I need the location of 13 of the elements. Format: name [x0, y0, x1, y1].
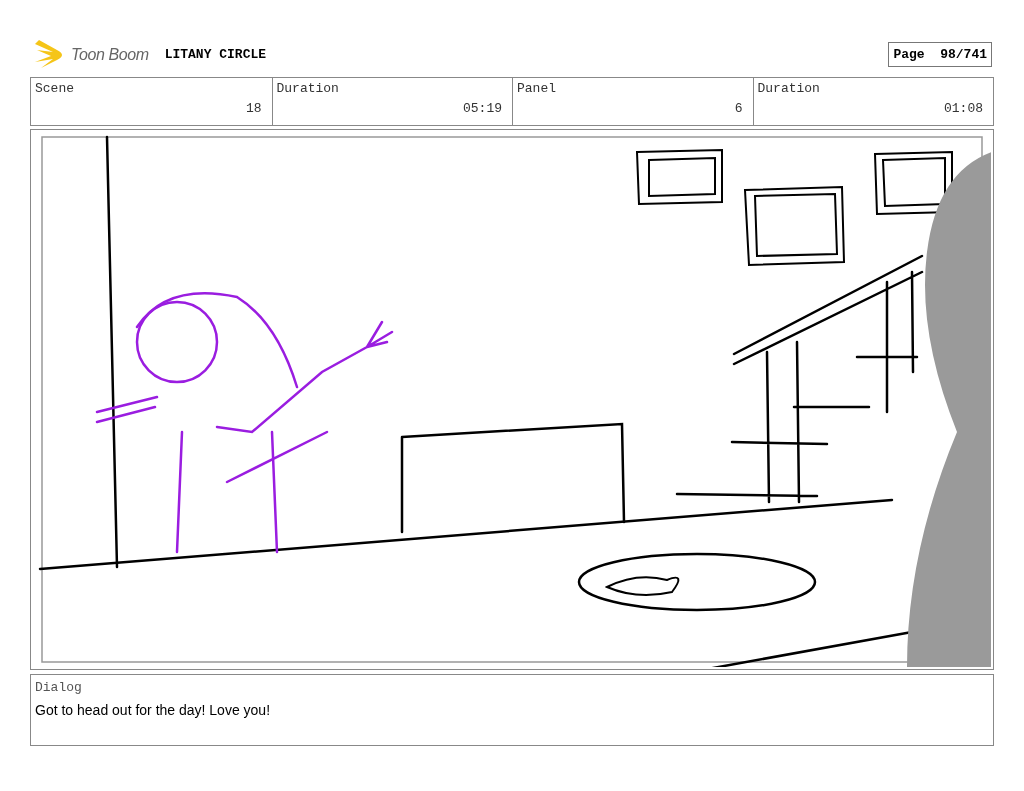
- page-counter: Page 98/741: [888, 41, 992, 68]
- dialog-label: Dialog: [35, 679, 83, 697]
- field-label: Duration: [757, 80, 821, 98]
- field-value: 6: [733, 99, 743, 118]
- field-value: 18: [244, 99, 262, 118]
- field-value: 01:08: [943, 99, 983, 118]
- field-label: Panel: [517, 80, 557, 98]
- logo-text: Toon Boom: [71, 44, 149, 65]
- field-value: 05:19: [462, 99, 502, 118]
- field-label: Scene: [35, 80, 75, 98]
- dialog-text: Got to head out for the day! Love you!: [35, 700, 272, 720]
- project-title: LITANY CIRCLE: [164, 45, 267, 64]
- field-label: Duration: [276, 80, 340, 98]
